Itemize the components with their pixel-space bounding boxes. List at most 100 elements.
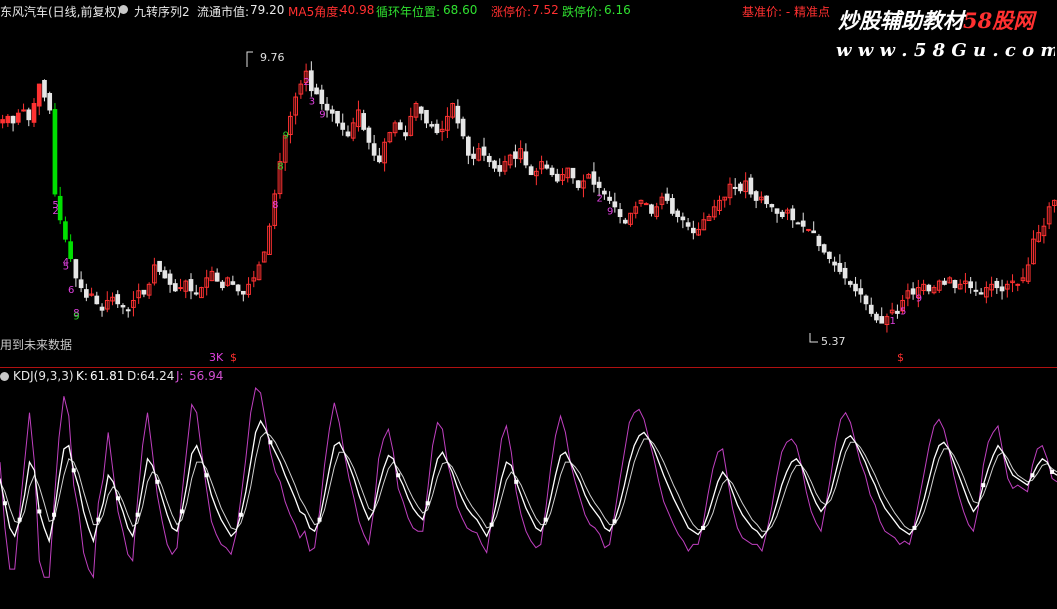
candle-body[interactable]	[973, 289, 979, 292]
candle-body[interactable]	[73, 259, 79, 279]
candle-body[interactable]	[837, 262, 843, 272]
candle-body[interactable]	[910, 288, 916, 295]
candle-body[interactable]	[999, 286, 1005, 292]
candle-body[interactable]	[753, 191, 759, 201]
candle-body[interactable]	[481, 146, 487, 156]
candle-body[interactable]	[806, 228, 811, 231]
candle-body[interactable]	[361, 113, 367, 130]
candle-body[interactable]	[371, 143, 377, 156]
candle-body[interactable]	[162, 270, 168, 279]
candle-body[interactable]	[465, 136, 471, 156]
candle-body[interactable]	[47, 93, 53, 111]
candle-body[interactable]	[685, 222, 691, 227]
candle-body[interactable]	[602, 190, 607, 195]
candle-body[interactable]	[188, 279, 194, 292]
candle-body[interactable]	[214, 272, 220, 282]
candle-body[interactable]	[994, 280, 1000, 289]
candle-body[interactable]	[795, 222, 801, 225]
candle-body[interactable]	[790, 208, 796, 221]
candle-body[interactable]	[157, 260, 162, 272]
candle-body[interactable]	[868, 304, 874, 314]
candle-body[interactable]	[549, 167, 555, 176]
kdj-toggle-icon[interactable]	[0, 372, 9, 381]
candle-body[interactable]	[769, 204, 775, 208]
candle-body[interactable]	[607, 196, 612, 201]
candle-body[interactable]	[455, 105, 461, 124]
candle-body[interactable]	[528, 166, 534, 176]
kdj-chart[interactable]	[0, 384, 1057, 609]
candle-body[interactable]	[314, 87, 319, 95]
candle-body[interactable]	[21, 109, 26, 112]
candle-body[interactable]	[335, 110, 340, 124]
candle-body[interactable]	[329, 109, 335, 114]
candle-body[interactable]	[52, 109, 58, 195]
candle-body[interactable]	[544, 164, 550, 169]
candle-body[interactable]	[424, 109, 429, 124]
candle-body[interactable]	[172, 283, 178, 292]
candle-body[interactable]	[345, 131, 351, 137]
candle-body[interactable]	[10, 115, 16, 124]
candle-body[interactable]	[397, 122, 403, 130]
candle-body[interactable]	[497, 165, 503, 172]
candle-body[interactable]	[26, 109, 32, 121]
candle-body[interactable]	[926, 284, 932, 292]
candle-body[interactable]	[895, 310, 900, 314]
candle-body[interactable]	[858, 288, 864, 295]
candle-body[interactable]	[748, 177, 754, 195]
candle-body[interactable]	[764, 195, 769, 205]
candle-body[interactable]	[779, 211, 785, 218]
candle-body[interactable]	[120, 305, 126, 308]
candle-body[interactable]	[141, 289, 147, 295]
candle-body[interactable]	[460, 118, 466, 137]
candle-body[interactable]	[732, 186, 738, 189]
candle-body[interactable]	[863, 295, 869, 305]
candle-body[interactable]	[847, 281, 853, 285]
candle-body[interactable]	[235, 284, 241, 292]
candle-body[interactable]	[617, 209, 623, 218]
candle-body[interactable]	[31, 103, 37, 123]
candle-body[interactable]	[842, 267, 848, 279]
candle-body[interactable]	[596, 181, 602, 188]
candle-body[interactable]	[612, 201, 618, 208]
candle-body[interactable]	[827, 251, 832, 259]
candle-body[interactable]	[492, 160, 497, 169]
candle-body[interactable]	[811, 230, 817, 234]
candle-body[interactable]	[178, 287, 183, 290]
candle-body[interactable]	[429, 124, 435, 127]
candle-body[interactable]	[879, 316, 885, 324]
candle-body[interactable]	[664, 193, 670, 201]
candle-body[interactable]	[821, 244, 827, 253]
candle-body[interactable]	[220, 281, 225, 289]
candle-body[interactable]	[471, 153, 476, 159]
candle-body[interactable]	[1015, 283, 1021, 286]
candle-body[interactable]	[670, 198, 675, 214]
candle-body[interactable]	[816, 235, 822, 247]
candle-body[interactable]	[99, 306, 105, 311]
candle-body[interactable]	[622, 219, 628, 224]
candle-body[interactable]	[513, 151, 518, 159]
candle-body[interactable]	[690, 227, 696, 234]
candle-body[interactable]	[68, 241, 73, 260]
candle-body[interactable]	[5, 115, 11, 124]
candle-body[interactable]	[643, 203, 649, 206]
candle-body[interactable]	[649, 204, 654, 214]
candle-body[interactable]	[952, 279, 958, 289]
candle-body[interactable]	[403, 132, 408, 137]
candle-body[interactable]	[575, 180, 581, 188]
candle-body[interactable]	[36, 83, 42, 107]
candle-body[interactable]	[523, 151, 529, 166]
kdj-name[interactable]: KDJ(9,3,3)	[13, 369, 74, 383]
candle-body[interactable]	[800, 220, 806, 227]
candle-body[interactable]	[434, 123, 440, 134]
candle-body[interactable]	[486, 155, 492, 163]
candle-body[interactable]	[42, 79, 47, 98]
candle-body[interactable]	[968, 281, 973, 289]
candle-body[interactable]	[94, 295, 100, 305]
candle-body[interactable]	[340, 122, 346, 130]
candle-body[interactable]	[680, 216, 686, 221]
candle-body[interactable]	[978, 292, 984, 295]
candle-body[interactable]	[167, 273, 173, 285]
candle-body[interactable]	[853, 283, 858, 292]
candle-body[interactable]	[240, 290, 246, 295]
candle-body[interactable]	[125, 309, 131, 312]
